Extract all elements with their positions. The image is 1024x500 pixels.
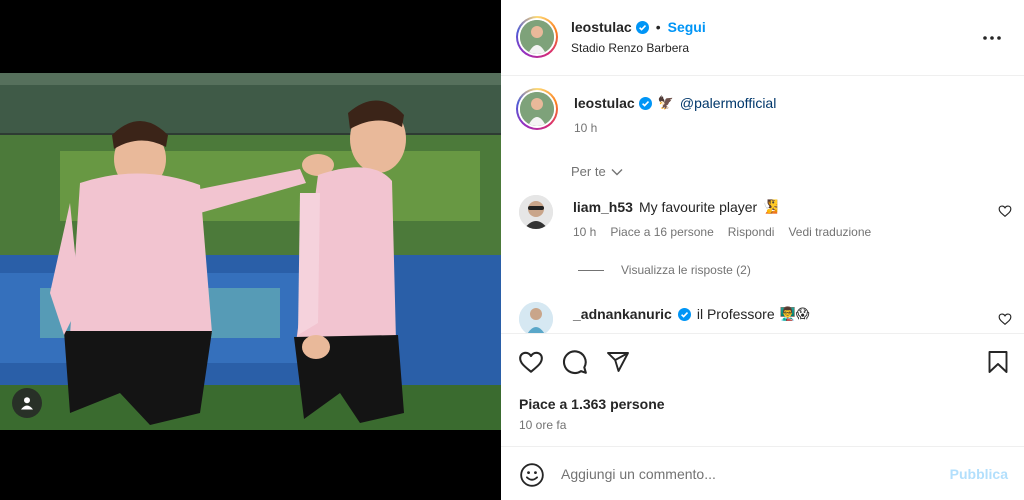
comment-username[interactable]: _adnankanuric bbox=[573, 306, 672, 322]
author-avatar[interactable] bbox=[516, 16, 558, 58]
post-photo[interactable] bbox=[0, 73, 501, 430]
post-header: leostulac • Segui Stadio Renzo Barbera bbox=[501, 0, 1024, 76]
publish-button[interactable]: Pubblica bbox=[950, 466, 1008, 482]
send-icon bbox=[607, 352, 629, 372]
view-replies-button[interactable]: Visualizza le risposte (2) bbox=[578, 263, 751, 277]
verified-badge-icon bbox=[635, 20, 649, 34]
comments-list[interactable]: leostulac 🦅 @palermofficial 10 h Per te bbox=[501, 76, 1024, 333]
comment-text: My favourite player bbox=[638, 199, 758, 215]
tagged-users-button[interactable] bbox=[12, 388, 42, 418]
verified-badge-icon bbox=[677, 307, 691, 321]
see-translation-button[interactable]: Vedi traduzione bbox=[788, 225, 871, 239]
save-button[interactable] bbox=[984, 348, 1012, 376]
caption-avatar[interactable] bbox=[516, 88, 558, 130]
chevron-down-icon bbox=[611, 168, 623, 175]
heart-icon bbox=[519, 351, 543, 373]
post-location[interactable]: Stadio Renzo Barbera bbox=[571, 41, 689, 55]
comment-emoji: 🧏 bbox=[762, 199, 779, 214]
comment-sort-dropdown[interactable]: Per te bbox=[571, 164, 623, 179]
separator-dot: • bbox=[655, 19, 661, 35]
comment-timestamp[interactable]: 10 h bbox=[573, 225, 596, 239]
avatar-image bbox=[519, 195, 553, 229]
add-comment-bar: Pubblica bbox=[501, 446, 1024, 500]
comment-username[interactable]: liam_h53 bbox=[573, 199, 633, 215]
more-horizontal-icon bbox=[983, 36, 1001, 40]
more-options-button[interactable] bbox=[980, 26, 1004, 50]
post-actions: Piace a 1.363 persone 10 ore fa bbox=[501, 333, 1024, 446]
avatar-image bbox=[520, 20, 554, 54]
view-replies-label: Visualizza le risposte (2) bbox=[621, 263, 751, 277]
avatar-image bbox=[519, 302, 553, 333]
comment-icon bbox=[563, 350, 587, 374]
comment-input[interactable] bbox=[561, 462, 941, 486]
commenter-avatar[interactable] bbox=[519, 302, 553, 333]
bookmark-icon bbox=[988, 351, 1008, 373]
follow-button[interactable]: Segui bbox=[668, 19, 706, 35]
verified-badge-icon bbox=[638, 96, 652, 110]
like-comment-heart-icon[interactable] bbox=[998, 204, 1012, 218]
comment-emoji: 👨‍🏫😱 bbox=[779, 306, 810, 321]
author-username[interactable]: leostulac bbox=[571, 19, 632, 35]
post-sidebar: leostulac • Segui Stadio Renzo Barbera l… bbox=[501, 0, 1024, 500]
sort-label: Per te bbox=[571, 164, 606, 179]
like-button[interactable] bbox=[517, 348, 545, 376]
replies-divider bbox=[578, 269, 604, 271]
eagle-emoji: 🦅 bbox=[657, 95, 674, 110]
share-button[interactable] bbox=[604, 348, 632, 376]
comment-text: il Professore bbox=[696, 306, 775, 322]
post-timestamp[interactable]: 10 ore fa bbox=[519, 418, 566, 432]
reply-button[interactable]: Rispondi bbox=[728, 225, 775, 239]
caption-mention[interactable]: @palermofficial bbox=[680, 95, 776, 111]
caption-username[interactable]: leostulac bbox=[574, 95, 635, 111]
user-icon bbox=[21, 397, 33, 410]
caption-timestamp[interactable]: 10 h bbox=[574, 121, 597, 135]
avatar-image bbox=[520, 92, 554, 126]
commenter-avatar[interactable] bbox=[519, 195, 553, 229]
like-comment-heart-icon[interactable] bbox=[998, 312, 1012, 326]
post-photo-illustration bbox=[0, 73, 501, 430]
post-media bbox=[0, 0, 501, 500]
post-likes-count[interactable]: Piace a 1.363 persone bbox=[519, 396, 665, 412]
comment-likes-count[interactable]: Piace a 16 persone bbox=[610, 225, 713, 239]
comment-button[interactable] bbox=[561, 348, 589, 376]
emoji-icon[interactable] bbox=[519, 462, 545, 488]
